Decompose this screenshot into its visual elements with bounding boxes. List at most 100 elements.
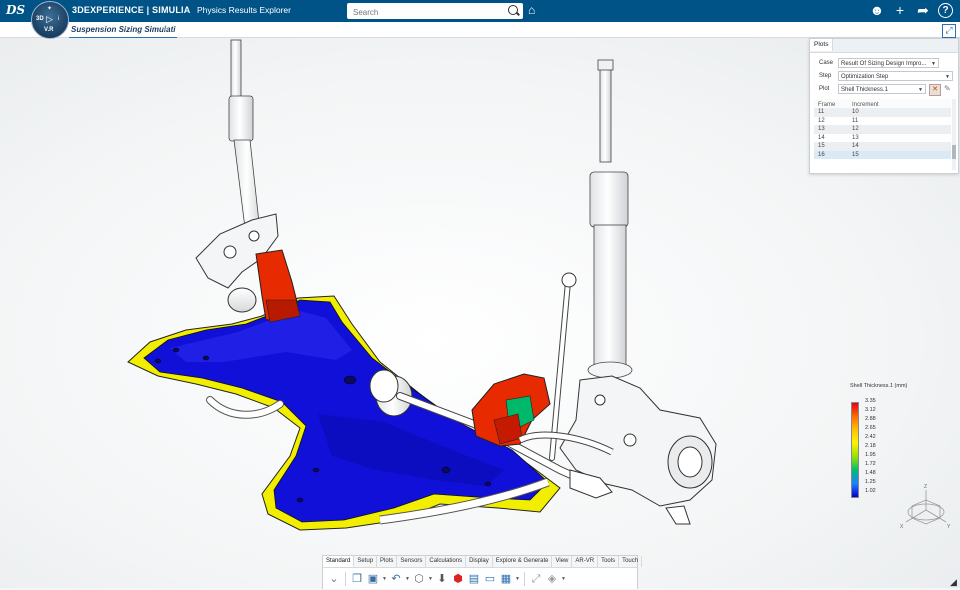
plots-panel: Plots Case Result Of Sizing Design Impro… [809, 38, 959, 174]
brand-sub: Physics Results Explorer [196, 5, 291, 15]
table-row[interactable]: 15 14 [814, 142, 951, 151]
table-row[interactable]: 12 11 [814, 117, 951, 126]
cell-frame: 13 [818, 126, 825, 132]
monitor-icon[interactable]: ▭ [483, 572, 497, 586]
tab-display[interactable]: Display [466, 556, 493, 567]
case-select[interactable]: Result Of Sizing Design Impro... ▼ [838, 58, 939, 68]
legend-value: 3.35 [865, 398, 876, 404]
cube-view-icon[interactable]: ⬡ [412, 572, 426, 586]
dassault-logo-icon[interactable]: DS [6, 3, 25, 19]
chevron-down-icon[interactable]: ▼ [382, 576, 387, 582]
cell-increment: 11 [852, 117, 859, 124]
brand-main: 3DEXPERIENCE | SIMULIA [72, 5, 191, 15]
help-icon[interactable]: ? [938, 2, 954, 18]
compass-widget[interactable]: ✦ 3D ▷ i V.R [31, 1, 69, 39]
tab-explore-generate[interactable]: Explore & Generate [493, 556, 553, 567]
user-icon[interactable]: ☻ [869, 2, 885, 18]
plot-row: Plot Shell Thickness.1 ▼ ✕ ✎ [810, 84, 958, 96]
render-icon[interactable]: ⬢ [451, 572, 465, 586]
tab-ar-vr[interactable]: AR-VR [572, 556, 599, 567]
plot-label: Plot [819, 86, 830, 92]
cell-frame: 11 [818, 109, 825, 115]
tab-tools[interactable]: Tools [598, 556, 620, 567]
expand-icon[interactable]: ⌄ [327, 572, 341, 586]
table-row-selected[interactable]: 16 15 [814, 150, 951, 159]
chevron-down-icon[interactable]: ▼ [561, 576, 566, 582]
action-bar-icons: ⌄ ❐ ▣ ▼ ↶ ▼ ⬡ ▼ ⬇ ⬢ ▤ ▭ ▦ ▼ ⤢ ◈ ▼ [323, 568, 637, 590]
paste-icon[interactable]: ▣ [366, 572, 380, 586]
table-icon[interactable]: ▦ [499, 572, 513, 586]
cell-frame: 14 [818, 134, 825, 141]
legend-value: 1.02 [865, 488, 876, 494]
share-icon[interactable]: ➦ [915, 2, 931, 18]
result-display-icon[interactable]: ▤ [467, 572, 481, 586]
scrollbar-thumb[interactable] [952, 145, 956, 159]
legend-value: 3.12 [865, 407, 876, 413]
legend-value: 1.72 [865, 461, 876, 467]
sensor-icon[interactable]: ◈ [545, 572, 559, 586]
tab-setup[interactable]: Setup [354, 556, 378, 567]
copy-icon[interactable]: ❐ [350, 572, 364, 586]
undo-icon[interactable]: ↶ [389, 572, 403, 586]
compass-info-icon[interactable]: i [58, 16, 59, 22]
tab-view[interactable]: View [552, 556, 573, 567]
legend-value: 1.25 [865, 479, 876, 485]
chevron-down-icon: ▼ [931, 61, 936, 67]
tab-calculations[interactable]: Calculations [426, 556, 467, 567]
cell-increment: 15 [852, 151, 859, 158]
compass-play-icon[interactable]: ▷ [46, 14, 53, 25]
maximize-icon[interactable]: ⤢ [942, 24, 956, 38]
right-strut-rod [599, 61, 612, 163]
chevron-down-icon[interactable]: ▼ [515, 576, 520, 582]
tab-sensors[interactable]: Sensors [397, 556, 427, 567]
plots-panel-header: Plots [810, 39, 958, 53]
tag-icon[interactable]: ⌂ [528, 4, 540, 16]
tab-plots[interactable]: Plots [377, 556, 398, 567]
axis-z-label: Z [924, 484, 927, 490]
legend-title: Shell Thickness.1 (mm) [850, 383, 908, 389]
tab-standard[interactable]: Standard [323, 556, 355, 567]
add-tab-button[interactable]: + [162, 22, 168, 36]
action-bar: Standard Setup Plots Sensors Calculation… [322, 555, 643, 590]
compass-version: V.R [44, 27, 54, 33]
app-brand: 3DEXPERIENCE | SIMULIA Physics Results E… [72, 5, 291, 15]
cell-increment: 12 [852, 126, 859, 132]
frames-table: Frame Increment 11 10 12 11 13 12 14 13 15 14… [814, 99, 951, 170]
frames-table-body: 11 10 12 11 13 12 14 13 15 14 16 15 [814, 108, 951, 159]
case-row: Case Result Of Sizing Design Impro... ▼ [810, 58, 958, 69]
case-label: Case [819, 60, 834, 66]
axis-triad-icon: Z X Y [900, 484, 951, 530]
chevron-down-icon[interactable]: ▼ [428, 576, 433, 582]
search-icon[interactable] [508, 5, 518, 15]
separator [345, 572, 346, 586]
frames-scrollbar[interactable] [952, 99, 956, 170]
search-box[interactable] [347, 3, 523, 20]
compass-top-icon[interactable]: ✦ [47, 5, 52, 12]
chevron-down-icon: ▼ [945, 74, 950, 80]
plot-select[interactable]: Shell Thickness.1 ▼ [838, 84, 926, 94]
left-strut-rod [230, 39, 242, 101]
plots-panel-tab[interactable]: Plots [810, 39, 834, 51]
step-select[interactable]: Optimization Step ▼ [838, 71, 953, 81]
plus-icon[interactable]: + [892, 2, 908, 18]
table-row[interactable]: 11 10 [814, 108, 951, 117]
legend-value: 2.42 [865, 434, 876, 440]
axis-triad[interactable]: Z X Y [898, 482, 954, 532]
table-row[interactable]: 13 12 [814, 125, 951, 134]
legend-color-bar [851, 402, 859, 498]
save-icon[interactable]: ⬇ [435, 572, 449, 586]
compass-3d-label[interactable]: 3D [36, 16, 44, 22]
chart-icon[interactable]: ⤢ [529, 572, 543, 586]
edit-pencil-icon[interactable]: ✎ [944, 84, 954, 94]
plot-options-icon[interactable]: ✕ [929, 84, 941, 96]
table-row[interactable]: 14 13 [814, 134, 951, 143]
legend-value: 2.18 [865, 443, 876, 449]
viewport-resize-icon[interactable]: ◢ [950, 578, 958, 587]
tab-strip: Suspension Sizing Simulati + ⤢ [0, 22, 960, 39]
right-strut-body [589, 171, 629, 228]
action-bar-tabs: Standard Setup Plots Sensors Calculation… [323, 556, 643, 568]
legend-value: 1.48 [865, 470, 876, 476]
tab-touch[interactable]: Touch [619, 556, 643, 567]
search-input[interactable] [351, 4, 505, 20]
chevron-down-icon[interactable]: ▼ [405, 576, 410, 582]
